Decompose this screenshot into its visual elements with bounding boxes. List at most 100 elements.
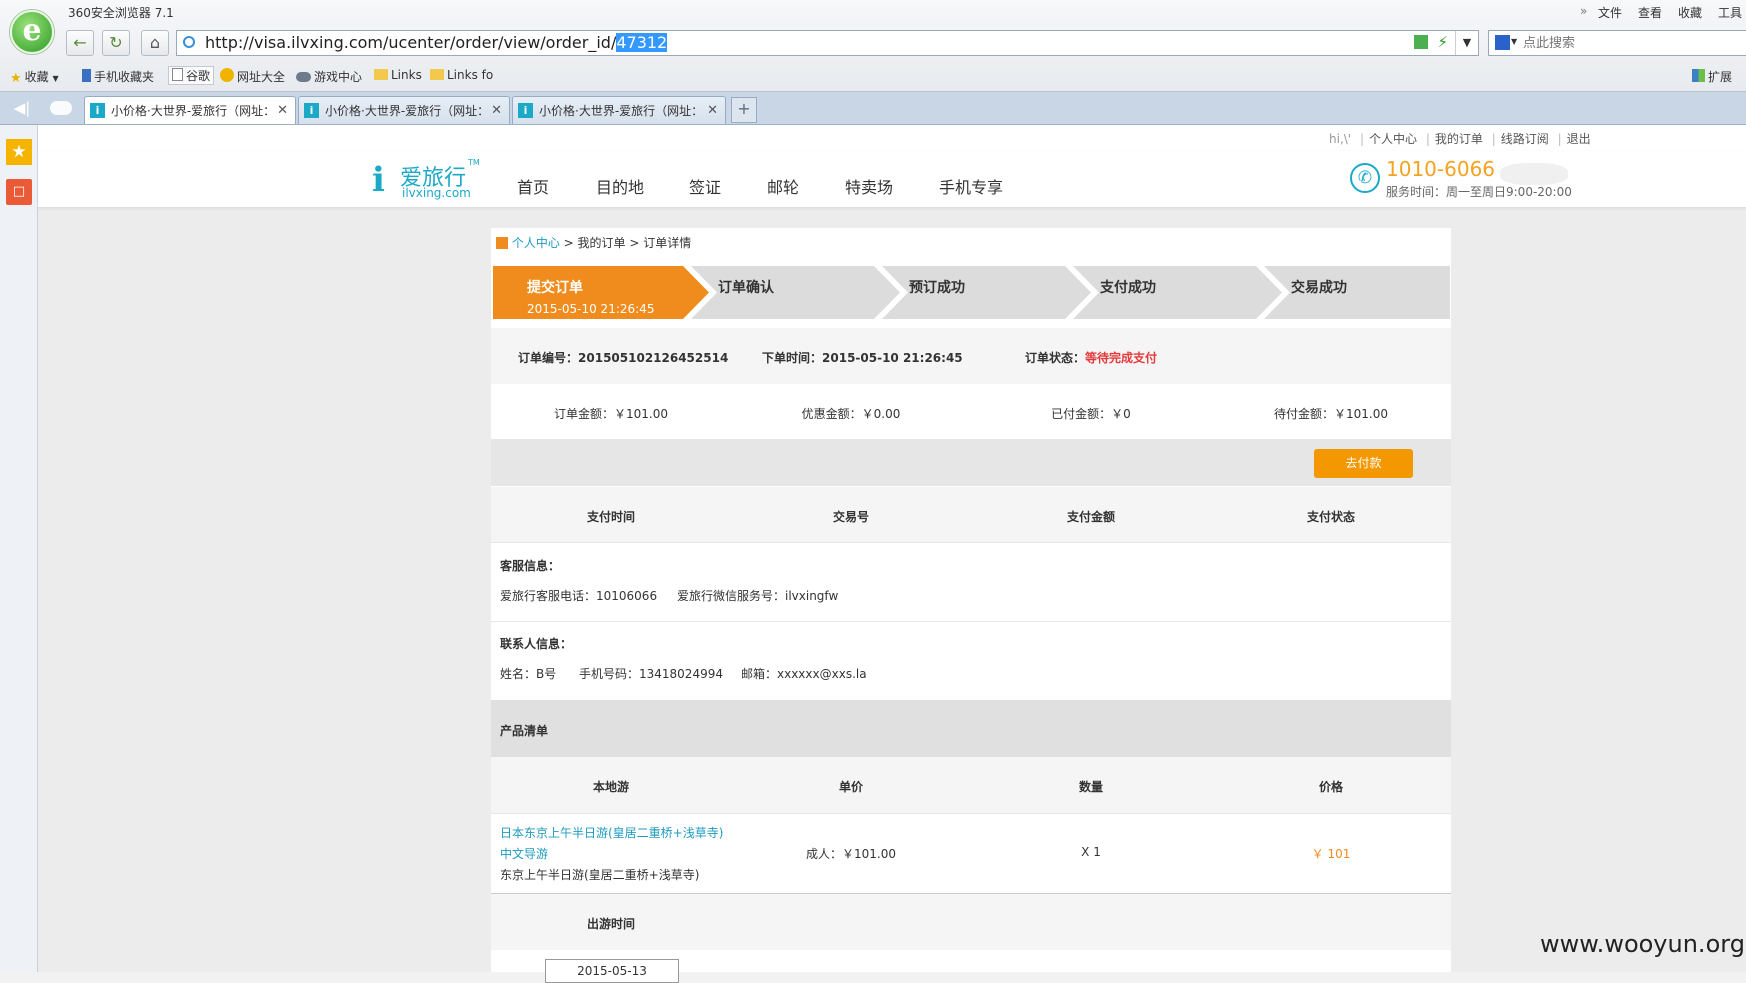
cs-title: 客服信息： bbox=[500, 559, 561, 573]
product-guide-link[interactable]: 中文导游 bbox=[500, 845, 548, 862]
greeting: hi,\' bbox=[1329, 132, 1352, 146]
logo-i-icon[interactable]: i bbox=[372, 162, 385, 198]
close-icon[interactable]: ✕ bbox=[707, 97, 718, 124]
order-time: 下单时间：2015-05-10 21:26:45 bbox=[762, 351, 963, 365]
lightning-icon[interactable]: ⚡ bbox=[1437, 33, 1448, 51]
menu-file[interactable]: 文件 bbox=[1598, 4, 1622, 21]
app-title: 360安全浏览器 7.1 bbox=[68, 6, 174, 20]
shopping-bag-icon[interactable]: □ bbox=[6, 179, 32, 205]
qr-code-icon[interactable] bbox=[1414, 35, 1428, 49]
col-pay-time: 支付时间 bbox=[586, 510, 635, 524]
nav-destinations[interactable]: 目的地 bbox=[596, 174, 644, 198]
departure-header: 出游时间 bbox=[491, 894, 1451, 950]
nav-visa[interactable]: 签证 bbox=[689, 174, 721, 198]
new-tab-button[interactable]: + bbox=[731, 97, 757, 123]
tab-1[interactable]: i 小价格·大世界-爱旅行（网址： ✕ bbox=[84, 96, 296, 124]
product-name-link[interactable]: 日本东京上午半日游(皇居二重桥+浅草寺) bbox=[500, 824, 723, 841]
order-amount: 订单金额：￥101.00 bbox=[554, 407, 668, 421]
my-orders-link[interactable]: 我的订单 bbox=[1435, 132, 1483, 146]
url-text: http://visa.ilvxing.com/ucenter/order/vi… bbox=[205, 33, 617, 52]
order-status: 订单状态：等待完成支付 bbox=[1025, 351, 1158, 365]
nav-home[interactable]: 首页 bbox=[517, 174, 549, 198]
menu-favorites[interactable]: 收藏 bbox=[1678, 4, 1702, 21]
contact-mobile: 手机号码：13418024994 bbox=[579, 667, 723, 681]
table-row: 日本东京上午半日游(皇居二重桥+浅草寺) 中文导游 东京上午半日游(皇居二重桥+… bbox=[491, 814, 1451, 894]
star-icon: ★ bbox=[10, 71, 22, 86]
breadcrumb-order-detail: 订单详情 bbox=[643, 236, 692, 250]
browser-logo-icon[interactable]: e bbox=[10, 10, 54, 54]
enter-icon bbox=[496, 237, 508, 249]
user-center-link[interactable]: 个人中心 bbox=[1369, 132, 1417, 146]
order-info-row: 订单编号：201505102126452514 下单时间：2015-05-10 … bbox=[491, 328, 1451, 384]
back-button[interactable]: ← bbox=[66, 30, 94, 56]
order-number: 订单编号：201505102126452514 bbox=[518, 351, 729, 365]
favorites-star-icon[interactable]: ★ bbox=[6, 139, 32, 165]
search-box[interactable]: ▼ bbox=[1488, 30, 1746, 56]
pay-button[interactable]: 去付款 bbox=[1314, 449, 1413, 478]
site-favicon-icon: i bbox=[304, 103, 319, 118]
logo-tm: TM bbox=[468, 158, 480, 167]
bookmark-google[interactable]: 谷歌 bbox=[168, 66, 215, 85]
url-selected-text: 47312 bbox=[616, 33, 668, 52]
engine-dropdown-icon[interactable]: ▼ bbox=[1511, 37, 1517, 46]
site-nav-icon bbox=[220, 68, 234, 82]
nav-mobile[interactable]: 手机专享 bbox=[939, 174, 1003, 198]
close-icon[interactable]: ✕ bbox=[277, 97, 288, 124]
pay-row: 去付款 bbox=[491, 440, 1451, 486]
product-table-header: 本地游 单价 数量 价格 bbox=[491, 757, 1451, 814]
home-button[interactable]: ⌂ bbox=[141, 30, 169, 56]
service-hours: 服务时间：周一至周日9:00-20:00 bbox=[1386, 185, 1572, 199]
bookmark-sites[interactable]: 网址大全 bbox=[220, 68, 285, 85]
paid-amount: 已付金额：￥0 bbox=[1051, 407, 1131, 421]
route-subscribe-link[interactable]: 线路订阅 bbox=[1501, 132, 1549, 146]
chevron-down-icon[interactable]: ▼ bbox=[1455, 31, 1478, 55]
menu-overflow-icon[interactable]: » bbox=[1580, 4, 1587, 18]
bookmark-mobile[interactable]: 手机收藏夹 bbox=[82, 68, 154, 85]
departure-date-field[interactable]: 2015-05-13 bbox=[545, 959, 679, 983]
bookmark-links-fo[interactable]: Links fo bbox=[430, 68, 493, 82]
nav-cruise[interactable]: 邮轮 bbox=[767, 174, 799, 198]
site-favicon-icon: i bbox=[518, 103, 533, 118]
bookmark-games[interactable]: 游戏中心 bbox=[296, 68, 362, 85]
user-bar: hi,\' | 个人中心 | 我的订单 | 线路订阅 | 退出 bbox=[38, 125, 1746, 151]
nav-sale[interactable]: 特卖场 bbox=[845, 174, 893, 198]
breadcrumb-user-center[interactable]: 个人中心 bbox=[512, 236, 560, 250]
hotline-number: 1010-6066 bbox=[1386, 157, 1496, 181]
status-badge: 等待完成支付 bbox=[1085, 351, 1158, 365]
browser-sidebar bbox=[0, 125, 38, 972]
tab-2[interactable]: i 小价格·大世界-爱旅行（网址： ✕ bbox=[298, 96, 510, 124]
payment-table-header: 支付时间 交易号 支付金额 支付状态 bbox=[491, 487, 1451, 543]
extensions-button[interactable]: 扩展 bbox=[1692, 68, 1732, 85]
cs-wechat: 爱旅行微信服务号：ilvxingfw bbox=[677, 589, 839, 603]
quantity: X 1 bbox=[1081, 845, 1101, 859]
breadcrumb-my-orders[interactable]: 我的订单 bbox=[578, 236, 626, 250]
grid-icon bbox=[1692, 69, 1705, 82]
menu-tools[interactable]: 工具 bbox=[1718, 4, 1742, 21]
contact-name: 姓名：B号 bbox=[500, 667, 557, 681]
step-booking-success: 预订成功 bbox=[909, 280, 965, 296]
step-payment-success: 支付成功 bbox=[1100, 280, 1156, 296]
close-icon[interactable]: ✕ bbox=[491, 97, 502, 124]
gamepad-icon bbox=[296, 72, 311, 82]
watermark: www.wooyun.org bbox=[1540, 930, 1745, 958]
tab-3[interactable]: i 小价格·大世界-爱旅行（网址： ✕ bbox=[512, 96, 726, 124]
cs-phone: 爱旅行客服电话：10106066 bbox=[500, 589, 658, 603]
address-bar[interactable]: http://visa.ilvxing.com/ucenter/order/vi… bbox=[176, 30, 1479, 56]
cloud-icon[interactable] bbox=[50, 101, 72, 115]
menu-view[interactable]: 查看 bbox=[1638, 4, 1662, 21]
site-favicon-icon: i bbox=[90, 103, 105, 118]
search-engine-icon[interactable] bbox=[1495, 35, 1510, 50]
col-pay-amount: 支付金额 bbox=[1066, 510, 1115, 524]
col-quantity: 数量 bbox=[1078, 780, 1103, 794]
logout-link[interactable]: 退出 bbox=[1567, 132, 1591, 146]
product-list-title: 产品清单 bbox=[500, 724, 549, 738]
due-amount: 待付金额：￥101.00 bbox=[1274, 407, 1388, 421]
bookmark-links[interactable]: Links bbox=[374, 68, 422, 82]
step-submit-order: 提交订单 bbox=[527, 280, 583, 296]
refresh-button[interactable]: ↻ bbox=[102, 30, 130, 56]
bookmark-favorites[interactable]: ★ 收藏 ▼ bbox=[10, 68, 59, 86]
sidebar-toggle-icon[interactable]: ◀| bbox=[8, 99, 36, 119]
col-unit-price: 单价 bbox=[838, 780, 863, 794]
search-input[interactable] bbox=[1521, 33, 1745, 53]
line-price: ￥ 101 bbox=[1311, 847, 1351, 861]
